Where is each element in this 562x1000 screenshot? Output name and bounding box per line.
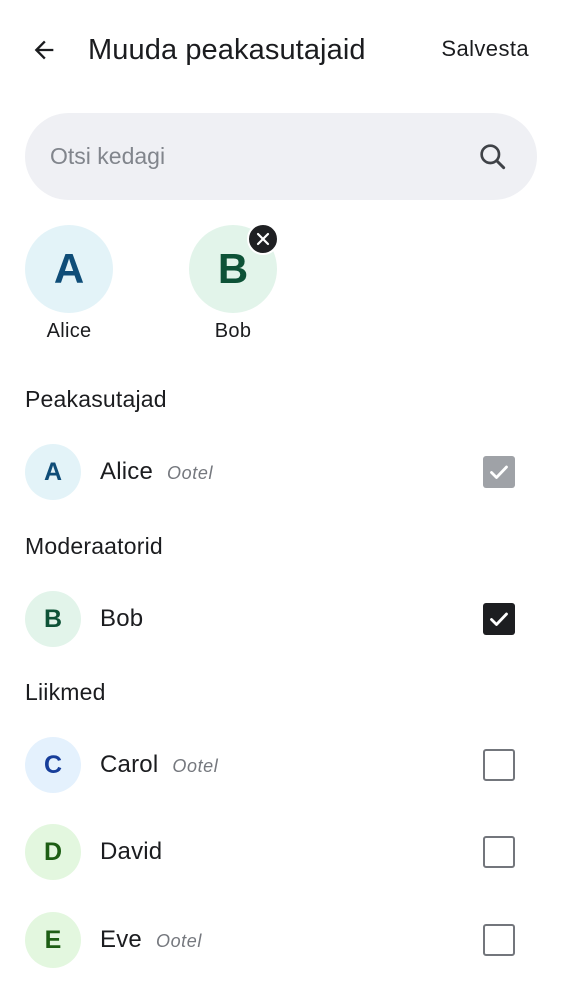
member-checkbox[interactable] bbox=[483, 836, 515, 868]
member-checkbox[interactable] bbox=[483, 456, 515, 488]
selected-chip-name: Alice bbox=[46, 320, 92, 342]
avatar: D bbox=[25, 824, 81, 880]
member-name: Alice bbox=[100, 458, 154, 485]
check-icon bbox=[490, 612, 508, 626]
avatar: A bbox=[25, 225, 113, 313]
member-checkbox[interactable] bbox=[483, 924, 515, 956]
avatar: C bbox=[25, 737, 81, 793]
search-bar[interactable] bbox=[25, 113, 537, 200]
list-item[interactable]: B Bob bbox=[0, 583, 562, 655]
member-name: Carol bbox=[100, 751, 159, 778]
selected-chip-name: Bob bbox=[214, 320, 252, 342]
member-name-row: Alice Ootel bbox=[100, 456, 213, 489]
member-name: David bbox=[100, 838, 163, 865]
avatar: A bbox=[25, 444, 81, 500]
avatar: E bbox=[25, 912, 81, 968]
member-name: Bob bbox=[100, 605, 144, 632]
member-name-row: Bob bbox=[100, 603, 143, 635]
save-button[interactable]: Salvesta bbox=[441, 34, 529, 64]
status-badge: Ootel bbox=[172, 756, 219, 776]
top-app-bar: Muuda peakasutajaid Salvesta bbox=[0, 0, 562, 100]
search-icon[interactable] bbox=[477, 141, 509, 173]
list-item[interactable]: A Alice Ootel bbox=[0, 436, 562, 508]
section-title-admins: Peakasutajad bbox=[25, 386, 167, 412]
member-checkbox[interactable] bbox=[483, 749, 515, 781]
remove-selected-button[interactable] bbox=[247, 223, 279, 255]
status-badge: Ootel bbox=[155, 931, 202, 951]
avatar-initial: B bbox=[217, 245, 249, 292]
status-badge: Ootel bbox=[167, 463, 214, 483]
member-name-row: Carol Ootel bbox=[100, 749, 218, 782]
section-title-members: Liikmed bbox=[25, 679, 106, 705]
section-title-moderators: Moderaatorid bbox=[25, 533, 163, 559]
member-name-row: Eve Ootel bbox=[100, 924, 202, 957]
avatar: B bbox=[25, 591, 81, 647]
avatar-initial: A bbox=[53, 245, 85, 292]
avatar: B bbox=[189, 223, 279, 313]
member-name: Eve bbox=[100, 926, 142, 953]
back-button[interactable] bbox=[24, 30, 64, 70]
search-input[interactable] bbox=[50, 113, 450, 200]
selected-chip-alice: A Alice bbox=[14, 225, 124, 344]
selected-chip-bob: B Bob bbox=[178, 223, 288, 344]
list-item[interactable]: D David bbox=[0, 816, 562, 888]
member-name-row: David bbox=[100, 836, 162, 868]
page-title: Muuda peakasutajaid bbox=[88, 34, 366, 66]
member-checkbox[interactable] bbox=[483, 603, 515, 635]
list-item[interactable]: C Carol Ootel bbox=[0, 729, 562, 801]
arrow-left-icon bbox=[34, 40, 54, 60]
close-icon bbox=[256, 232, 270, 246]
selected-people: A Alice B Bob bbox=[0, 222, 562, 352]
list-item[interactable]: E Eve Ootel bbox=[0, 904, 562, 976]
check-icon bbox=[490, 465, 508, 479]
